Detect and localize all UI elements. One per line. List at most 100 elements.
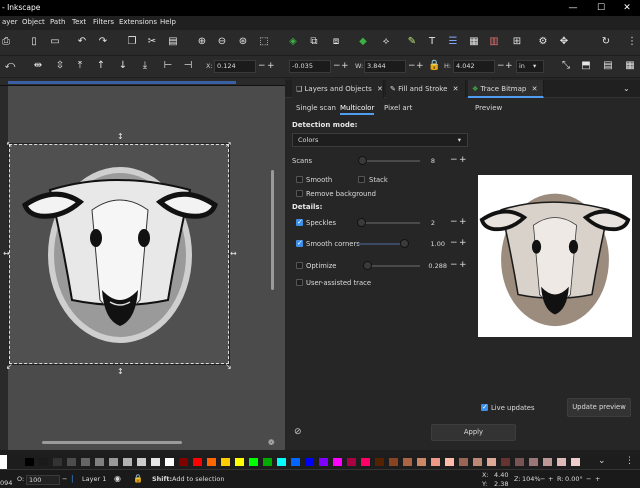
align-right-icon[interactable]: ⊣ xyxy=(182,60,194,72)
menu-filters[interactable]: Filters xyxy=(93,18,114,26)
scale-handle-right[interactable]: ↔ xyxy=(230,250,237,258)
color-swatch[interactable] xyxy=(179,458,188,466)
color-swatch[interactable] xyxy=(431,458,440,466)
close-button[interactable]: ✕ xyxy=(620,2,634,14)
align-left-icon[interactable]: ⊢ xyxy=(162,60,174,72)
zoom-in-icon[interactable]: ⊕ xyxy=(196,36,208,48)
y-decrement[interactable]: − xyxy=(333,62,341,71)
transform-gradients-icon[interactable]: ▤ xyxy=(602,60,614,72)
fill-stroke-icon[interactable]: ✎ xyxy=(406,36,418,48)
speckles-decrement[interactable]: − xyxy=(450,218,458,227)
user-assisted-trace-checkbox[interactable] xyxy=(296,279,303,286)
color-swatch[interactable] xyxy=(319,458,328,466)
align-icon[interactable]: ▥ xyxy=(488,36,500,48)
scans-slider-track[interactable] xyxy=(358,160,420,162)
scans-decrement[interactable]: − xyxy=(450,156,458,165)
zoom-increment[interactable]: + xyxy=(548,475,553,483)
scans-increment[interactable]: + xyxy=(459,156,467,165)
cut-icon[interactable]: ✂ xyxy=(146,36,158,48)
color-swatch[interactable] xyxy=(403,458,412,466)
h-increment[interactable]: + xyxy=(505,62,513,71)
visibility-eye-icon[interactable]: ◉ xyxy=(114,474,121,483)
canvas-settings-icon[interactable]: ❁ xyxy=(268,438,275,447)
undo-icon[interactable]: ↶ xyxy=(76,36,88,48)
raise-icon[interactable]: ↑ xyxy=(95,60,107,72)
scans-value[interactable]: 8 xyxy=(420,157,435,165)
paste-icon[interactable]: ▤ xyxy=(167,36,179,48)
color-swatch[interactable] xyxy=(25,458,34,466)
optimize-increment[interactable]: + xyxy=(459,261,467,270)
color-swatch[interactable] xyxy=(53,458,62,466)
rotate-icon[interactable]: ↻ xyxy=(600,36,612,48)
color-swatch[interactable] xyxy=(95,458,104,466)
horizontal-scrollbar[interactable] xyxy=(42,441,182,444)
scale-handle-top[interactable]: ↕ xyxy=(117,133,124,141)
flip-horizontal-icon[interactable]: ⇹ xyxy=(32,60,44,72)
live-updates-checkbox[interactable] xyxy=(481,403,488,411)
scans-slider-knob[interactable] xyxy=(358,156,367,165)
tab-trace-bitmap[interactable]: ❖ Trace Bitmap ✕ xyxy=(468,80,544,98)
subtab-pixel-art[interactable]: Pixel art xyxy=(384,104,412,112)
color-swatch[interactable] xyxy=(305,458,314,466)
speckles-slider-knob[interactable] xyxy=(357,218,366,227)
w-decrement[interactable]: − xyxy=(408,62,416,71)
color-swatch[interactable] xyxy=(277,458,286,466)
color-swatch[interactable] xyxy=(473,458,482,466)
detection-mode-select[interactable]: Colors ▾ xyxy=(292,133,468,147)
optimize-slider-knob[interactable] xyxy=(363,261,372,270)
zoom-value[interactable]: 104% xyxy=(522,475,541,483)
menu-extensions[interactable]: Extensions xyxy=(119,18,157,26)
color-swatch[interactable] xyxy=(389,458,398,466)
zoom-fit-icon[interactable]: ⊛ xyxy=(237,36,249,48)
opacity-field[interactable]: 100 xyxy=(26,475,60,485)
tab-fill-stroke[interactable]: ✎ Fill and Stroke ✕ xyxy=(386,80,466,98)
raise-top-icon[interactable]: ⤒ xyxy=(74,60,86,72)
color-swatch[interactable] xyxy=(39,458,48,466)
x-decrement[interactable]: − xyxy=(258,62,266,71)
reset-icon[interactable]: ⊘ xyxy=(294,427,302,437)
smooth-corners-value[interactable]: 1.00 xyxy=(420,240,445,248)
color-swatch[interactable] xyxy=(137,458,146,466)
menu-object[interactable]: Object xyxy=(22,18,45,26)
optimize-decrement[interactable]: − xyxy=(450,261,458,270)
transform-patterns-icon[interactable]: ▦ xyxy=(624,60,636,72)
color-swatch[interactable] xyxy=(543,458,552,466)
apply-button[interactable]: Apply xyxy=(431,424,516,441)
lock-layer-icon[interactable]: 🔒 xyxy=(133,474,143,483)
layers-icon[interactable]: ☰ xyxy=(447,36,459,48)
color-swatch[interactable] xyxy=(291,458,300,466)
lower-icon[interactable]: ↓ xyxy=(117,60,129,72)
zoom-decrement[interactable]: − xyxy=(540,475,545,483)
lower-bottom-icon[interactable]: ⤓ xyxy=(139,60,151,72)
remove-background-checkbox[interactable] xyxy=(296,190,303,197)
color-swatch[interactable] xyxy=(375,458,384,466)
color-swatch[interactable] xyxy=(109,458,118,466)
scale-stroke-icon[interactable]: ⤡ xyxy=(560,60,572,72)
zoom-out-icon[interactable]: ⊖ xyxy=(216,36,228,48)
new-document-icon[interactable]: ▯ xyxy=(28,36,40,48)
color-swatch[interactable] xyxy=(123,458,132,466)
clone-icon[interactable]: ⧉ xyxy=(308,36,320,48)
scale-handle-top-left[interactable]: ↖ xyxy=(6,141,13,149)
x-increment[interactable]: + xyxy=(267,62,275,71)
palette-menu-icon[interactable]: ⋮ xyxy=(625,456,634,466)
more-icon[interactable]: ⋮ xyxy=(626,36,638,48)
color-swatch[interactable] xyxy=(193,458,202,466)
minimize-button[interactable]: — xyxy=(566,2,580,14)
color-swatch[interactable] xyxy=(333,458,342,466)
color-swatch[interactable] xyxy=(487,458,496,466)
scale-handle-bottom-right[interactable]: ↘ xyxy=(225,363,232,371)
scale-handle-top-right[interactable]: ↗ xyxy=(225,141,232,149)
color-swatch[interactable] xyxy=(81,458,90,466)
close-tab-icon[interactable]: ✕ xyxy=(453,85,459,93)
tab-layers-objects[interactable]: ❑ Layers and Objects ✕ xyxy=(292,80,384,98)
color-swatch[interactable] xyxy=(459,458,468,466)
close-tab-icon[interactable]: ✕ xyxy=(377,85,383,93)
symbols-icon[interactable]: ⊞ xyxy=(511,36,523,48)
speckles-slider-track[interactable] xyxy=(358,222,420,224)
color-swatch[interactable] xyxy=(249,458,258,466)
scale-corners-icon[interactable]: ⬒ xyxy=(580,60,592,72)
preferences-icon[interactable]: ⚙ xyxy=(537,36,549,48)
x-field[interactable]: 0.124 xyxy=(214,60,256,73)
y-increment[interactable]: + xyxy=(341,62,349,71)
